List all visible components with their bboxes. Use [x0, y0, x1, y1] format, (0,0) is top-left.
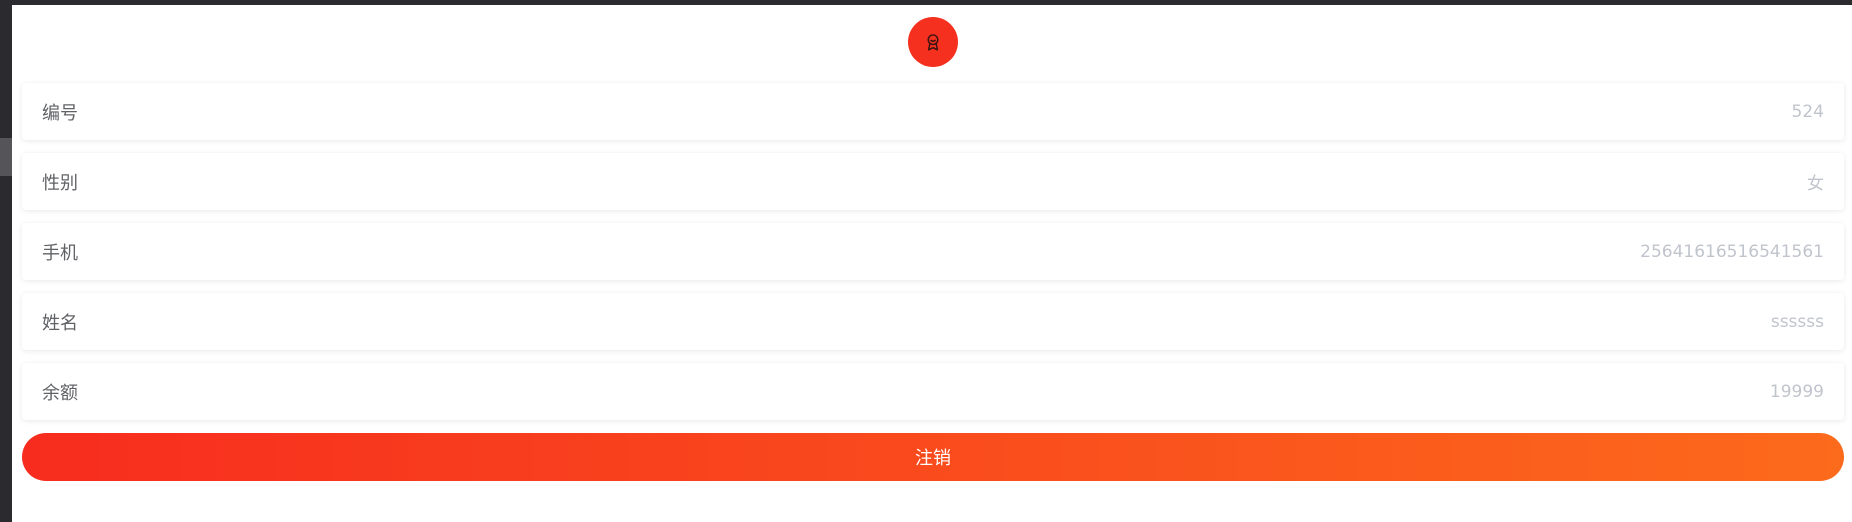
- info-list: 编号 524 性别 女 手机 25641616516541561 姓名 ssss…: [22, 83, 1844, 433]
- logout-button[interactable]: 注销: [22, 433, 1844, 481]
- info-label-name: 姓名: [42, 312, 78, 334]
- info-value-balance: 19999: [1769, 381, 1824, 402]
- info-row-balance: 余额 19999: [22, 363, 1844, 420]
- badge-icon: [927, 34, 939, 51]
- info-row-phone: 手机 25641616516541561: [22, 223, 1844, 280]
- info-value-name: ssssss: [1770, 311, 1824, 332]
- info-value-gender: 女: [1807, 174, 1824, 194]
- info-label-phone: 手机: [42, 242, 78, 264]
- avatar[interactable]: [908, 17, 958, 67]
- info-label-id: 编号: [42, 102, 78, 124]
- info-label-balance: 余额: [42, 382, 78, 404]
- info-value-id: 524: [1791, 101, 1824, 122]
- info-row-name: 姓名 ssssss: [22, 293, 1844, 350]
- info-label-gender: 性别: [42, 172, 78, 194]
- window-left-strip: [0, 0, 12, 522]
- info-value-phone: 25641616516541561: [1640, 241, 1824, 262]
- side-tab-handle[interactable]: [0, 138, 12, 176]
- profile-page: 编号 524 性别 女 手机 25641616516541561 姓名 ssss…: [12, 5, 1852, 522]
- info-row-id: 编号 524: [22, 83, 1844, 140]
- info-row-gender: 性别 女: [22, 153, 1844, 210]
